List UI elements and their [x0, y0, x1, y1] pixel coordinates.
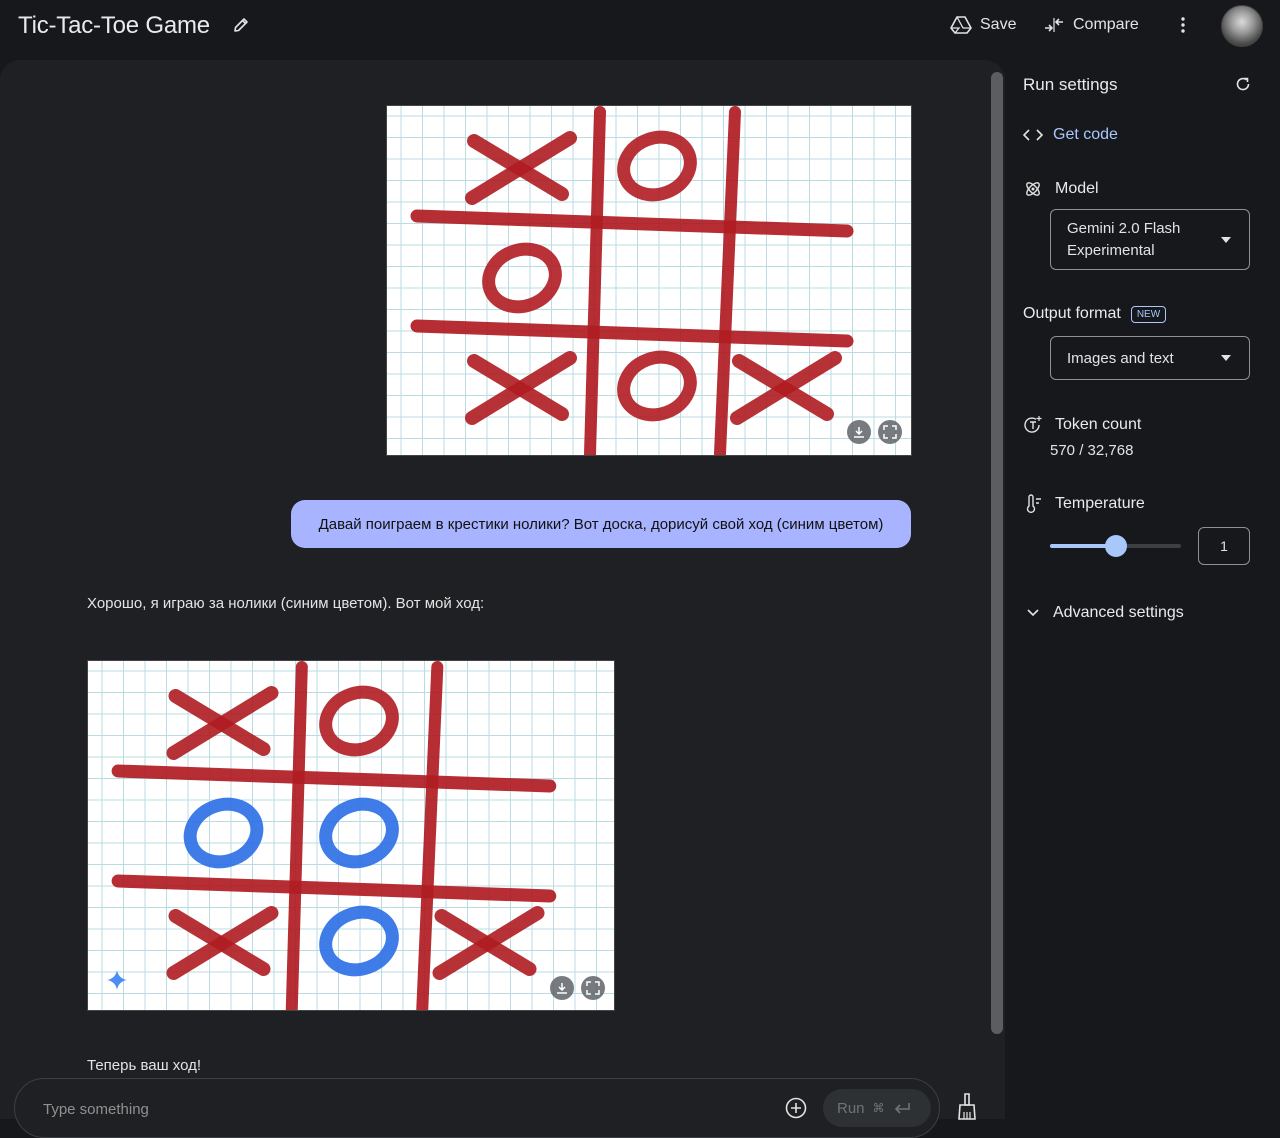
board-line	[285, 661, 308, 1010]
token-count-label: Token count	[1055, 416, 1142, 433]
fullscreen-icon	[883, 425, 897, 439]
get-code-link[interactable]: Get code	[1023, 126, 1118, 144]
user-message: Давай поиграем в крестики нолики? Вот до…	[291, 500, 911, 548]
compare-icon	[1045, 18, 1063, 32]
model-footer-text: Теперь ваш ход!	[87, 1057, 202, 1074]
gemini-sparkle-icon	[107, 970, 127, 990]
fullscreen-icon	[586, 981, 600, 995]
output-format-value: Images and text	[1067, 349, 1174, 367]
model-section-label: Model	[1023, 179, 1099, 199]
board-line	[714, 106, 741, 455]
token-count-section-label: Token count	[1023, 415, 1141, 435]
run-button[interactable]: Run ⌘	[823, 1089, 931, 1127]
token-count-value: 570 / 32,768	[1050, 442, 1134, 459]
download-icon	[854, 427, 864, 438]
board-before-drawing	[387, 106, 911, 455]
board-line	[584, 106, 606, 455]
fullscreen-image-button[interactable]	[581, 976, 605, 1000]
prompt-bar: Run ⌘	[14, 1078, 940, 1138]
user-image	[386, 105, 912, 456]
temperature-input[interactable]	[1198, 527, 1250, 565]
run-label: Run	[837, 1099, 865, 1117]
code-icon	[1023, 129, 1043, 141]
temperature-label: Temperature	[1055, 495, 1145, 512]
output-format-select[interactable]: Images and text	[1050, 336, 1250, 380]
run-settings-panel: Run settings Get code Model Gemini 2.0 F…	[1005, 60, 1280, 1119]
o-mark	[617, 130, 697, 202]
advanced-settings-label: Advanced settings	[1053, 604, 1184, 621]
model-label: Model	[1055, 180, 1099, 197]
o-mark	[319, 685, 399, 757]
o-mark	[617, 350, 697, 422]
get-code-label: Get code	[1053, 126, 1118, 143]
chevron-down-icon	[1221, 355, 1231, 361]
refresh-icon[interactable]	[1234, 75, 1252, 93]
temperature-slider-thumb[interactable]	[1104, 535, 1127, 557]
compare-label: Compare	[1073, 16, 1139, 33]
board-line	[410, 209, 854, 238]
fullscreen-image-button[interactable]	[878, 420, 902, 444]
chevron-down-icon	[1027, 609, 1039, 617]
board-line	[111, 874, 557, 903]
board-after-drawing	[88, 661, 614, 1010]
top-bar: Tic-Tac-Toe Game Save Compare	[0, 0, 1280, 60]
model-icon	[1026, 182, 1040, 196]
model-value-line1: Gemini 2.0 Flash	[1067, 219, 1181, 237]
clear-brush-icon[interactable]	[955, 1092, 979, 1120]
o-mark	[319, 797, 399, 869]
save-button[interactable]: Save	[950, 12, 1016, 38]
model-image	[87, 660, 615, 1011]
output-format-section-label: Output format NEW	[1023, 305, 1167, 323]
more-vert-icon[interactable]	[1174, 14, 1192, 36]
o-mark	[319, 905, 399, 977]
save-label: Save	[980, 16, 1017, 33]
download-icon	[557, 983, 567, 994]
download-image-button[interactable]	[847, 420, 871, 444]
output-format-label: Output format	[1023, 305, 1121, 322]
chevron-down-icon	[1221, 236, 1231, 243]
temperature-slider[interactable]	[1050, 535, 1181, 557]
new-badge: NEW	[1130, 305, 1167, 323]
advanced-settings-toggle[interactable]: Advanced settings	[1027, 604, 1184, 622]
add-circle-icon[interactable]	[785, 1097, 807, 1119]
chat-scrollbar[interactable]	[991, 72, 1003, 1034]
run-shortcut: ⌘	[872, 1101, 885, 1115]
compare-button[interactable]: Compare	[1043, 12, 1139, 38]
thermometer-icon	[1026, 494, 1041, 514]
pencil-icon[interactable]	[231, 15, 251, 35]
avatar[interactable]	[1221, 5, 1263, 47]
user-message-text: Давай поиграем в крестики нолики? Вот до…	[318, 515, 884, 533]
board-line	[410, 319, 854, 348]
download-image-button[interactable]	[550, 976, 574, 1000]
enter-key-icon	[894, 1103, 910, 1114]
model-value-line2: Experimental	[1067, 241, 1155, 259]
run-settings-title: Run settings	[1023, 75, 1118, 94]
drive-icon	[950, 16, 972, 34]
page-title: Tic-Tac-Toe Game	[18, 12, 210, 39]
token-icon	[1024, 416, 1042, 433]
board-line	[111, 764, 557, 793]
model-select[interactable]: Gemini 2.0 Flash Experimental	[1050, 209, 1250, 270]
temperature-section-label: Temperature	[1023, 494, 1145, 514]
model-reply: Хорошо, я играю за нолики (синим цветом)…	[87, 595, 485, 612]
